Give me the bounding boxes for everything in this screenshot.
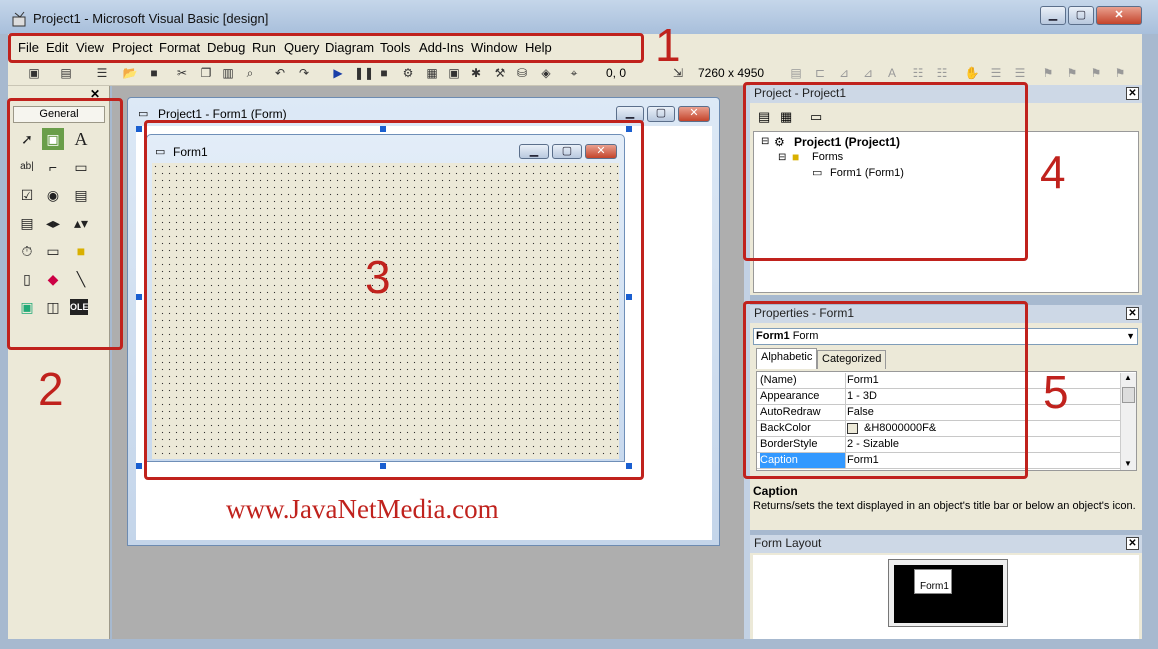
add-project-icon[interactable]: ▣	[26, 65, 42, 81]
object-browser-icon[interactable]: ✱	[468, 65, 484, 81]
resize-handle[interactable]	[136, 126, 142, 132]
chevron-down-icon[interactable]: ▼	[1126, 329, 1135, 344]
title-bar: Project1 - Microsoft Visual Basic [desig…	[0, 0, 1158, 34]
end-icon[interactable]: ■	[376, 65, 392, 81]
properties-window-icon[interactable]: ▦	[424, 65, 440, 81]
scroll-up-icon[interactable]: ▲	[1124, 373, 1132, 382]
form-layout-panel: Form Layout ✕ Form1	[750, 535, 1142, 639]
description-text: Returns/sets the text displayed in an ob…	[753, 500, 1136, 512]
designer-window-title: Project1 - Form1 (Form)	[158, 107, 287, 121]
callout-box-properties	[743, 301, 1028, 479]
monitor-screen: Form1	[894, 565, 1003, 623]
callout-number-5: 5	[1043, 366, 1069, 418]
vb-app-icon[interactable]	[12, 11, 28, 27]
designer-maximize-button[interactable]: ▢	[647, 106, 675, 122]
form-layout-title: Form Layout	[750, 535, 1142, 553]
maximize-button[interactable]: ▢	[1068, 6, 1094, 25]
properties-close-icon[interactable]: ✕	[1126, 307, 1139, 320]
mini-form1[interactable]: Form1	[914, 569, 952, 594]
copy-icon[interactable]: ❐	[198, 65, 214, 81]
align-icon[interactable]: ▤	[788, 65, 804, 81]
font-size-icon[interactable]: A	[884, 65, 900, 81]
open-project-icon[interactable]: 📂	[122, 65, 138, 81]
callout-number-4: 4	[1040, 146, 1066, 198]
callout-box-project	[743, 82, 1028, 261]
watermark-text: www.JavaNetMedia.com	[226, 494, 499, 524]
minimize-button[interactable]: ▁	[1040, 6, 1066, 25]
project-explorer-icon[interactable]: ⚙	[400, 65, 416, 81]
vertical-spacing-icon[interactable]: ☷	[934, 65, 950, 81]
project-explorer-close-icon[interactable]: ✕	[1126, 87, 1139, 100]
form-layout-icon[interactable]: ▣	[446, 65, 462, 81]
component-manager-icon[interactable]: ◈	[538, 65, 554, 81]
position-icon: ⌖	[570, 66, 578, 80]
menu-editor-icon[interactable]: ☰	[94, 65, 110, 81]
size-to-grid-icon[interactable]: ⊿	[860, 65, 876, 81]
undo-icon[interactable]: ↶	[272, 65, 288, 81]
lock-controls-icon[interactable]: ✋	[964, 65, 980, 81]
center-icon[interactable]: ⊏	[812, 65, 828, 81]
form-layout-canvas: Form1	[753, 555, 1139, 639]
designer-close-button[interactable]: ✕	[678, 106, 710, 122]
callout-number-1: 1	[655, 19, 681, 71]
break-icon[interactable]: ❚❚	[354, 65, 374, 81]
callout-box-menubar	[8, 33, 644, 63]
position-readout: 0, 0	[606, 66, 627, 80]
previous-bookmark-icon[interactable]: ⚑	[1088, 65, 1104, 81]
resize-handle[interactable]	[136, 463, 142, 469]
callout-number-2: 2	[38, 363, 64, 415]
bring-front-icon[interactable]: ☰	[1012, 65, 1028, 81]
properties-scrollbar[interactable]: ▲ ▼	[1120, 373, 1136, 470]
form-layout-close-icon[interactable]: ✕	[1126, 537, 1139, 550]
resize-handle[interactable]	[136, 294, 142, 300]
close-button[interactable]: ✕	[1096, 6, 1142, 25]
callout-box-designer	[144, 120, 644, 480]
add-form-icon[interactable]: ▤	[58, 65, 74, 81]
redo-icon[interactable]: ↷	[296, 65, 312, 81]
scroll-down-icon[interactable]: ▼	[1124, 459, 1132, 468]
description-title: Caption	[753, 484, 798, 498]
make-same-size-icon[interactable]: ⊿	[836, 65, 852, 81]
cut-icon[interactable]: ✂	[174, 65, 190, 81]
find-icon[interactable]: ⌕	[242, 65, 258, 81]
data-view-icon[interactable]: ⛁	[514, 65, 530, 81]
clear-bookmarks-icon[interactable]: ⚑	[1112, 65, 1128, 81]
next-bookmark-icon[interactable]: ⚑	[1064, 65, 1080, 81]
callout-number-3: 3	[365, 251, 391, 303]
order-icon[interactable]: ☰	[988, 65, 1004, 81]
paste-icon[interactable]: ▥	[220, 65, 236, 81]
property-description: Caption Returns/sets the text displayed …	[753, 484, 1141, 528]
window-title: Project1 - Microsoft Visual Basic [desig…	[33, 11, 269, 26]
start-icon[interactable]: ▶	[330, 65, 346, 81]
form-window-icon: ▭	[138, 108, 149, 120]
toolbox-icon[interactable]: ⚒	[492, 65, 508, 81]
callout-box-toolbox	[7, 98, 123, 350]
monitor-preview: Form1	[888, 559, 1008, 627]
scroll-thumb[interactable]	[1122, 387, 1135, 403]
toggle-bookmark-icon[interactable]: ⚑	[1040, 65, 1056, 81]
save-project-icon[interactable]: ■	[146, 65, 162, 81]
size-readout: 7260 x 4950	[698, 66, 765, 80]
horizontal-spacing-icon[interactable]: ☷	[910, 65, 926, 81]
